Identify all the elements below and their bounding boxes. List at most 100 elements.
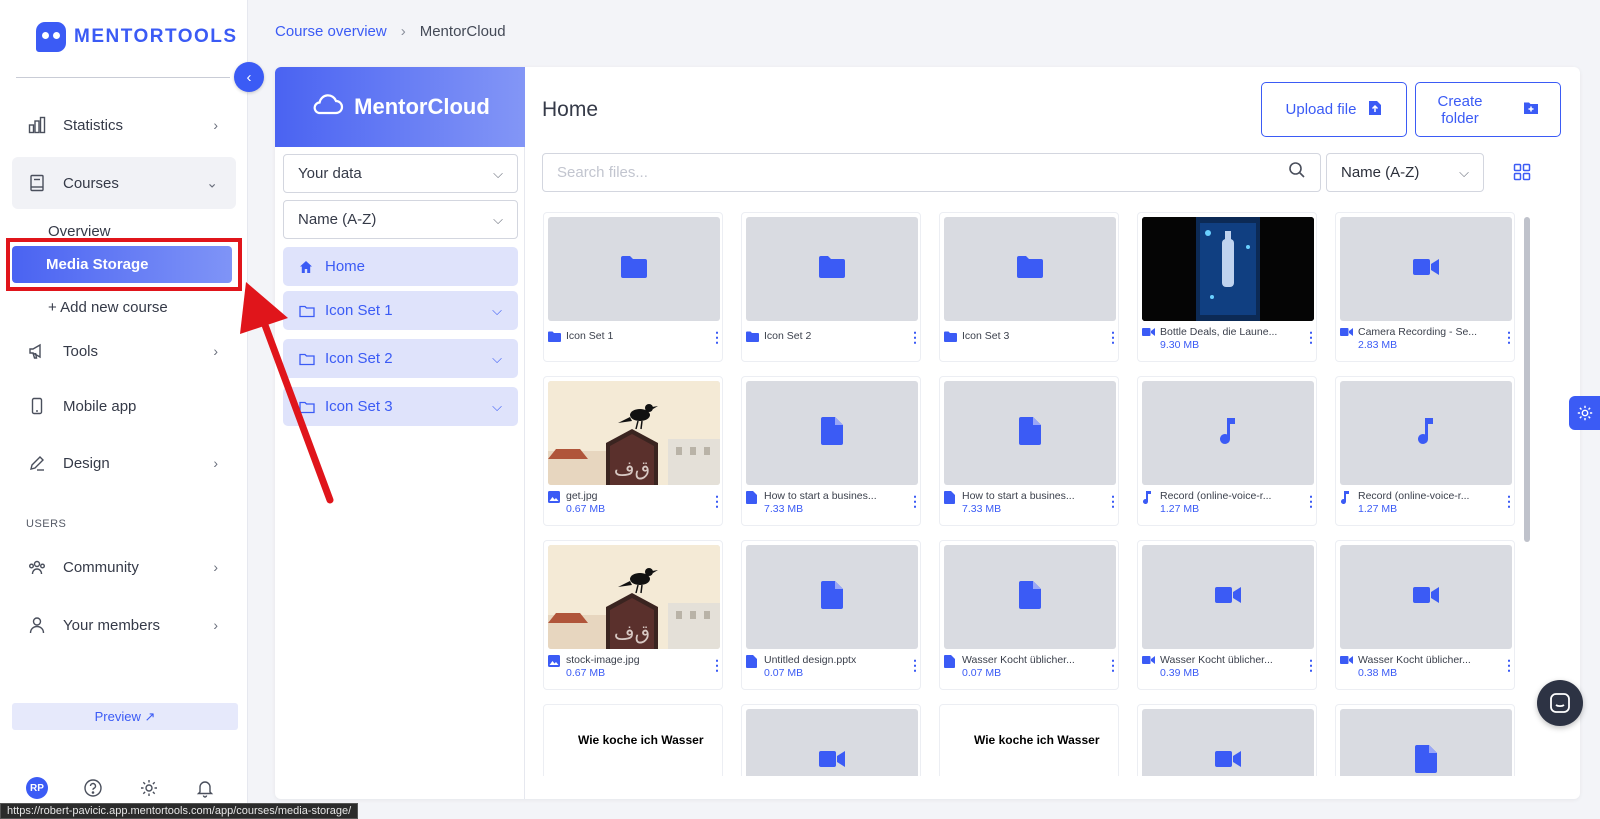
- file-meta: Wasser Kocht üblicher... 0.39 MB ⋮: [1142, 654, 1318, 679]
- file-card[interactable]: [741, 704, 921, 776]
- more-options-icon[interactable]: ⋮: [1502, 494, 1516, 508]
- file-card[interactable]: How to start a busines... 7.33 MB ⋮: [939, 376, 1120, 526]
- file-card[interactable]: Untitled design.pptx 0.07 MB ⋮: [741, 540, 922, 690]
- breadcrumb-separator: ›: [400, 23, 406, 40]
- file-meta-text: Icon Set 2: [764, 330, 904, 342]
- file-thumbnail[interactable]: [746, 381, 918, 485]
- scrollbar-thumb[interactable]: [1524, 217, 1530, 542]
- file-thumbnail[interactable]: [1340, 217, 1512, 321]
- file-thumbnail[interactable]: [1142, 381, 1314, 485]
- file-card[interactable]: Wasser Kocht üblicher... 0.07 MB ⋮: [939, 540, 1120, 690]
- more-options-icon[interactable]: ⋮: [1502, 658, 1516, 672]
- sidebar-item-courses[interactable]: Courses ⌄: [12, 157, 236, 209]
- mentortools-logo[interactable]: MENTORTOOLS: [36, 22, 238, 52]
- more-options-icon[interactable]: ⋮: [1106, 658, 1120, 672]
- chevron-down-icon[interactable]: ⌵: [492, 303, 502, 319]
- sidebar-item-community[interactable]: Community ›: [12, 541, 236, 593]
- floating-settings-button[interactable]: [1569, 396, 1600, 430]
- file-thumbnail[interactable]: [746, 217, 918, 321]
- file-card[interactable]: ﻕﻑ get.jpg 0.67 MB ⋮: [543, 376, 724, 526]
- file-thumbnail[interactable]: [1142, 217, 1314, 321]
- file-card[interactable]: [1137, 704, 1317, 776]
- cloud-icon: [310, 92, 344, 122]
- more-options-icon[interactable]: ⋮: [710, 494, 724, 508]
- chat-launcher-button[interactable]: [1537, 680, 1583, 726]
- file-thumbnail[interactable]: ﻕﻑ: [548, 545, 720, 649]
- chevron-down-icon[interactable]: ⌵: [492, 399, 502, 415]
- avatar[interactable]: RP: [26, 777, 48, 799]
- file-card[interactable]: Wie koche ich Wasser: [543, 704, 723, 776]
- folder-sort-select[interactable]: Name (A-Z) ⌵: [283, 200, 518, 239]
- more-options-icon[interactable]: ⋮: [908, 494, 922, 508]
- help-icon[interactable]: [82, 777, 104, 799]
- file-thumbnail[interactable]: [944, 217, 1116, 321]
- file-meta-text: Untitled design.pptx 0.07 MB: [764, 654, 904, 679]
- sidebar-item-your-members[interactable]: Your members ›: [12, 599, 236, 651]
- preview-button[interactable]: Preview ↗: [12, 703, 238, 730]
- upload-file-button[interactable]: Upload file: [1261, 82, 1407, 137]
- data-source-select[interactable]: Your data ⌵: [283, 154, 518, 193]
- sidebar-item-statistics[interactable]: Statistics ›: [12, 99, 236, 151]
- more-options-icon[interactable]: ⋮: [710, 330, 724, 344]
- file-card[interactable]: Record (online-voice-r... 1.27 MB ⋮: [1137, 376, 1318, 526]
- file-thumbnail[interactable]: Wie koche ich Wasser: [548, 709, 720, 776]
- chevron-down-icon[interactable]: ⌵: [492, 351, 502, 367]
- more-options-icon[interactable]: ⋮: [908, 330, 922, 344]
- scrollbar[interactable]: [1524, 212, 1530, 776]
- file-thumbnail[interactable]: [1340, 381, 1512, 485]
- gear-icon[interactable]: [138, 777, 160, 799]
- file-meta: Wasser Kocht üblicher... 0.38 MB ⋮: [1340, 654, 1516, 679]
- more-options-icon[interactable]: ⋮: [1304, 330, 1318, 344]
- user-icon: [27, 615, 47, 635]
- folder-type-icon: [746, 331, 760, 345]
- more-options-icon[interactable]: ⋮: [1106, 494, 1120, 508]
- sort-select[interactable]: Name (A-Z) ⌵: [1326, 153, 1484, 192]
- more-options-icon[interactable]: ⋮: [1304, 494, 1318, 508]
- audio-icon: [1219, 417, 1237, 449]
- more-options-icon[interactable]: ⋮: [710, 658, 724, 672]
- file-thumbnail[interactable]: [1340, 709, 1512, 776]
- create-folder-button[interactable]: Create folder: [1415, 82, 1561, 137]
- file-thumbnail[interactable]: [1340, 545, 1512, 649]
- file-thumbnail[interactable]: [1142, 709, 1314, 776]
- file-thumbnail[interactable]: [1142, 545, 1314, 649]
- file-thumbnail[interactable]: ﻕﻑ: [548, 381, 720, 485]
- add-new-course-link[interactable]: + Add new course: [48, 299, 168, 316]
- file-thumbnail[interactable]: [746, 709, 918, 776]
- folder-card[interactable]: Icon Set 3 ⋮: [939, 212, 1120, 362]
- file-card[interactable]: Record (online-voice-r... 1.27 MB ⋮: [1335, 376, 1516, 526]
- search-input[interactable]: [557, 164, 1232, 181]
- file-thumbnail[interactable]: [944, 381, 1116, 485]
- file-card[interactable]: Wie koche ich Wasser: [939, 704, 1119, 776]
- tree-item-home[interactable]: Home: [283, 247, 518, 286]
- breadcrumb-course-overview[interactable]: Course overview: [275, 23, 387, 40]
- search-field[interactable]: [542, 153, 1321, 192]
- grid-view-icon[interactable]: [1512, 162, 1532, 182]
- file-size: 0.07 MB: [764, 667, 804, 679]
- file-thumbnail[interactable]: Wie koche ich Wasser: [944, 709, 1116, 776]
- file-card[interactable]: Bottle Deals, die Laune... 9.30 MB ⋮: [1137, 212, 1318, 362]
- file-card[interactable]: Wasser Kocht üblicher... 0.39 MB ⋮: [1137, 540, 1318, 690]
- more-options-icon[interactable]: ⋮: [1106, 330, 1120, 344]
- file-thumbnail[interactable]: [548, 217, 720, 321]
- more-options-icon[interactable]: ⋮: [1502, 330, 1516, 344]
- file-card[interactable]: ﻕﻑ stock-image.jpg 0.67 MB ⋮: [543, 540, 724, 690]
- file-thumbnail[interactable]: [944, 545, 1116, 649]
- folder-card[interactable]: Icon Set 2 ⋮: [741, 212, 922, 362]
- bell-icon[interactable]: [194, 777, 216, 799]
- folder-card[interactable]: Icon Set 1 ⋮: [543, 212, 724, 362]
- file-card[interactable]: Camera Recording - Se... 2.83 MB ⋮: [1335, 212, 1516, 362]
- sidebar-subitem-media-storage[interactable]: Media Storage: [12, 246, 232, 283]
- more-options-icon[interactable]: ⋮: [908, 658, 922, 672]
- collapse-sidebar-button[interactable]: ‹: [234, 62, 264, 92]
- file-thumbnail[interactable]: [746, 545, 918, 649]
- search-icon[interactable]: [1288, 161, 1306, 184]
- sidebar-item-mobile-app[interactable]: Mobile app: [12, 380, 236, 432]
- file-card[interactable]: How to start a busines... 7.33 MB ⋮: [741, 376, 922, 526]
- sidebar-item-design[interactable]: Design ›: [12, 437, 236, 489]
- file-card[interactable]: Wasser Kocht üblicher... 0.38 MB ⋮: [1335, 540, 1516, 690]
- more-options-icon[interactable]: ⋮: [1304, 658, 1318, 672]
- file-meta-text: Wasser Kocht üblicher... 0.39 MB: [1160, 654, 1300, 679]
- sidebar-item-tools[interactable]: Tools ›: [12, 325, 236, 377]
- file-card[interactable]: [1335, 704, 1515, 776]
